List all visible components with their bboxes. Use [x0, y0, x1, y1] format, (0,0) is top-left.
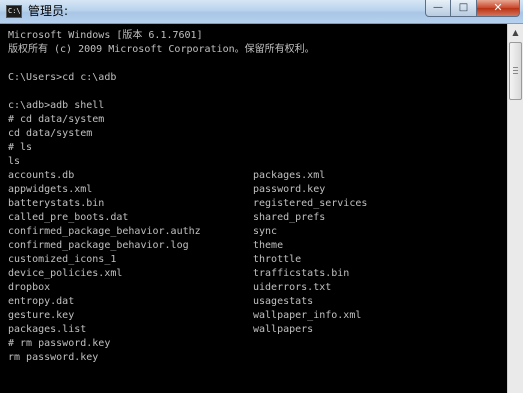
file-listing-right: wallpaper_info.xml: [253, 310, 362, 321]
file-listing-right: uiderrors.txt: [253, 282, 332, 293]
file-listing-left: gesture.key: [8, 310, 75, 321]
scroll-up-button[interactable]: ▲: [508, 24, 523, 40]
file-listing-left: batterystats.bin: [8, 198, 105, 209]
file-listing-left: confirmed_package_behavior.log: [8, 240, 189, 251]
console-app-icon-label: C:\: [8, 7, 21, 15]
file-listing-left: called_pre_boots.dat: [8, 212, 129, 223]
console-line: # ls: [8, 142, 33, 153]
file-listing-left: device_policies.xml: [8, 268, 123, 279]
scrollbar-thumb[interactable]: [509, 42, 522, 100]
console-line: C:\Users>cd c:\adb: [8, 72, 117, 83]
minimize-icon: —: [433, 2, 443, 13]
maximize-button[interactable]: □: [451, 0, 477, 17]
file-listing-right: shared_prefs: [253, 212, 326, 223]
vertical-scrollbar[interactable]: ▲: [507, 24, 523, 393]
file-listing-right: packages.xml: [253, 170, 326, 181]
console-line: c:\adb>adb shell: [8, 100, 105, 111]
chevron-up-icon: ▲: [512, 27, 519, 37]
file-listing-right: usagestats: [253, 296, 314, 307]
minimize-button[interactable]: —: [425, 0, 451, 17]
console-line: 版权所有 (c) 2009 Microsoft Corporation。保留所有…: [8, 44, 315, 55]
close-button[interactable]: ✕: [477, 0, 520, 17]
file-listing-right: registered_services: [253, 198, 368, 209]
file-listing-left: dropbox: [8, 282, 51, 293]
console-line: rm password.key: [8, 352, 99, 363]
console-line: cd data/system: [8, 128, 93, 139]
file-listing-left: packages.list: [8, 324, 87, 335]
console-output[interactable]: Microsoft Windows [版本 6.1.7601] 版权所有 (c)…: [0, 24, 507, 393]
file-listing-right: theme: [253, 240, 284, 251]
file-listing-left: accounts.db: [8, 170, 75, 181]
window-controls: — □ ✕: [425, 0, 520, 18]
file-listing-left: customized_icons_1: [8, 254, 117, 265]
title-bar[interactable]: C:\ 管理员: — □ ✕: [0, 0, 523, 24]
file-listing-right: wallpapers: [253, 324, 314, 335]
maximize-icon: □: [458, 2, 469, 13]
file-listing-right: throttle: [253, 254, 302, 265]
console-line: # rm password.key: [8, 338, 111, 349]
grip-icon: [513, 67, 518, 74]
close-icon: ✕: [493, 1, 503, 14]
command-prompt-window: C:\ 管理员: — □ ✕ Microsoft Windows [版本 6.1…: [0, 0, 523, 393]
window-title: 管理员:: [28, 4, 69, 18]
file-listing-left: appwidgets.xml: [8, 184, 93, 195]
file-listing-left: confirmed_package_behavior.authz: [8, 226, 201, 237]
file-listing-left: entropy.dat: [8, 296, 75, 307]
console-app-icon[interactable]: C:\: [6, 5, 22, 18]
console-line: ls: [8, 156, 21, 167]
file-listing-right: password.key: [253, 184, 326, 195]
console-line: # cd data/system: [8, 114, 105, 125]
console-line: Microsoft Windows [版本 6.1.7601]: [8, 30, 203, 41]
file-listing-right: trafficstats.bin: [253, 268, 350, 279]
file-listing-right: sync: [253, 226, 278, 237]
